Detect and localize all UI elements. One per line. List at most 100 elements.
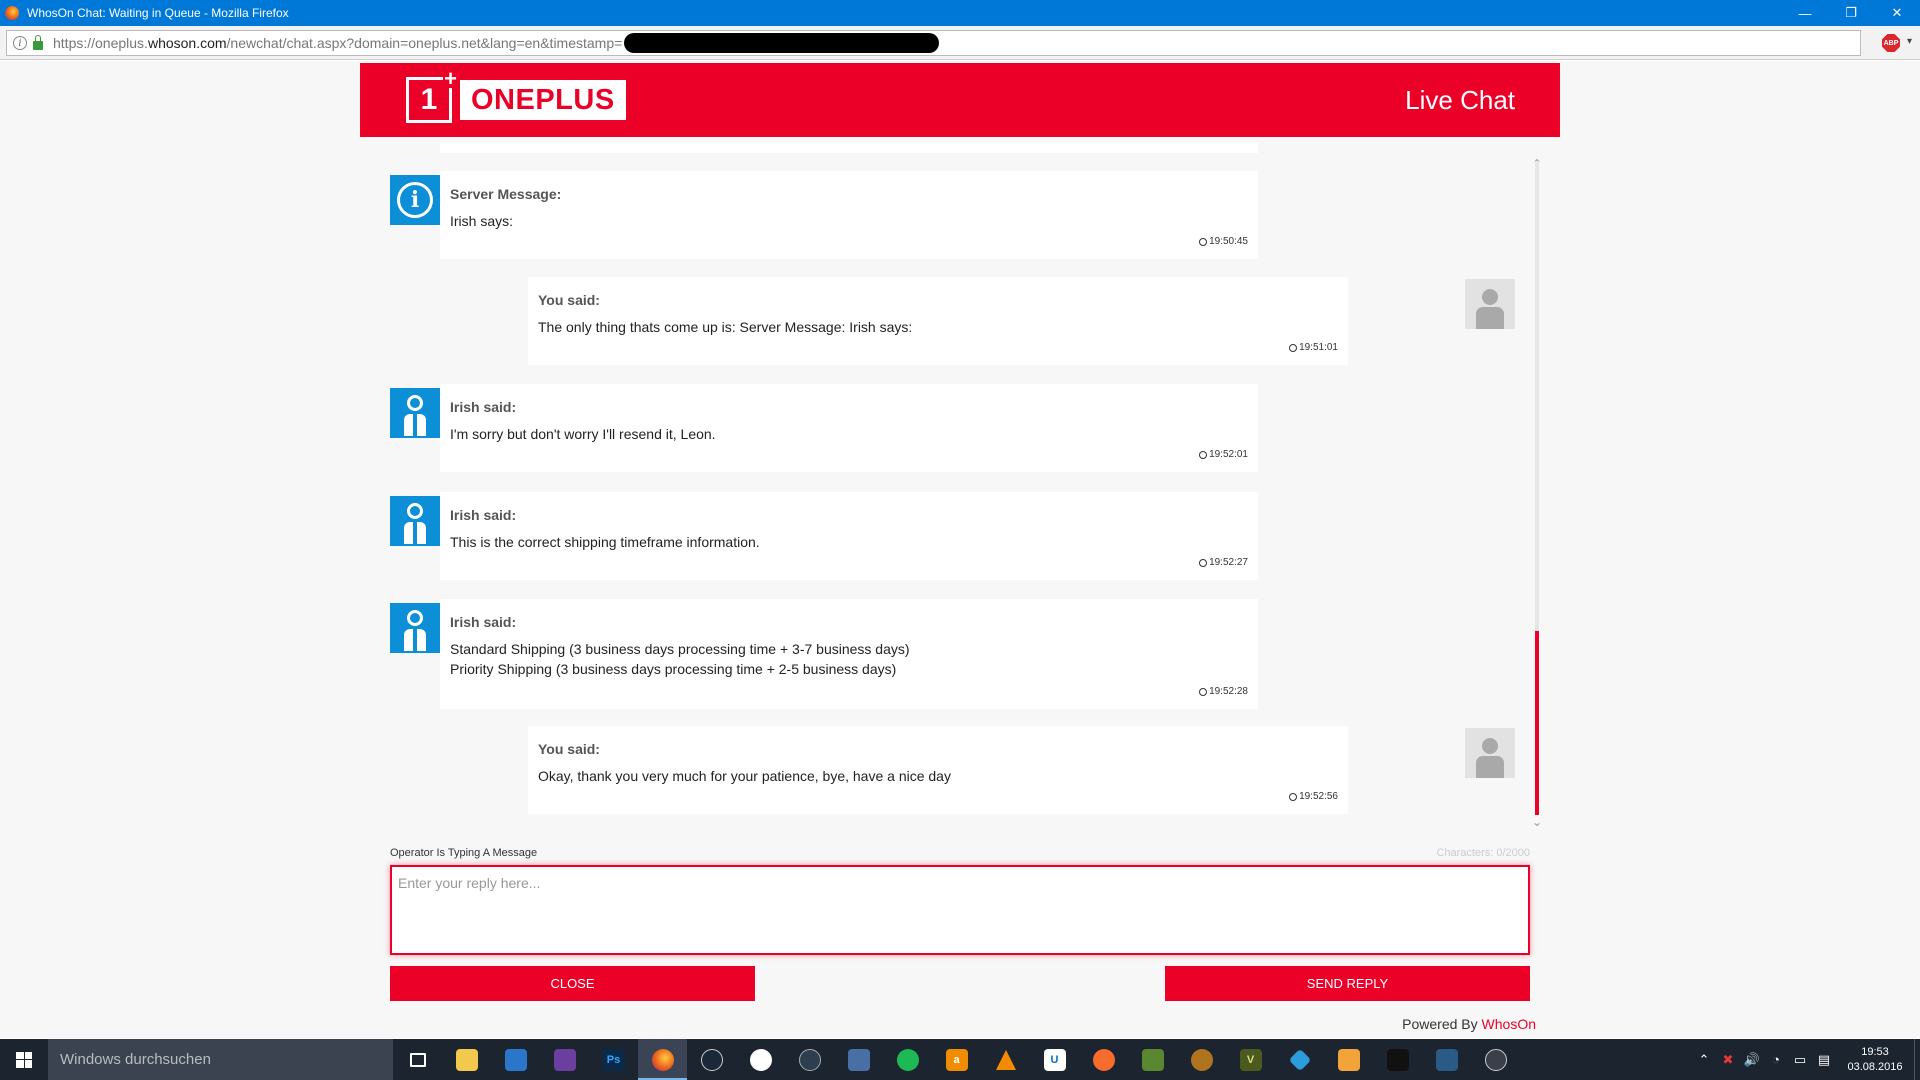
origin-icon[interactable] bbox=[1079, 1039, 1128, 1080]
start-button[interactable] bbox=[0, 1039, 48, 1080]
info-icon[interactable]: i bbox=[13, 36, 27, 50]
clock-date: 03.08.2016 bbox=[1847, 1060, 1903, 1073]
app-icon-purple[interactable] bbox=[540, 1039, 589, 1080]
live-chat-title: Live Chat bbox=[1405, 85, 1515, 115]
message-text: Okay, thank you very much for your patie… bbox=[538, 768, 951, 784]
send-reply-button[interactable]: SEND REPLY bbox=[1165, 966, 1530, 1001]
v-app-icon[interactable]: V bbox=[1226, 1039, 1275, 1080]
windows-logo-icon bbox=[16, 1051, 32, 1068]
scrollbar-thumb[interactable] bbox=[1535, 631, 1539, 815]
chat-header: 1 + ONEPLUS Live Chat bbox=[360, 63, 1560, 137]
network-error-icon[interactable]: ✖ bbox=[1716, 1052, 1740, 1068]
agent-message: Irish said: Standard Shipping (3 busines… bbox=[440, 599, 1258, 709]
amazon-icon[interactable]: a bbox=[932, 1039, 981, 1080]
wifi-icon[interactable]: ◔ bbox=[1764, 1052, 1788, 1067]
message-time: 19:52:01 bbox=[1199, 449, 1248, 460]
app-icon-black[interactable] bbox=[1373, 1039, 1422, 1080]
app-icon-blue[interactable] bbox=[491, 1039, 540, 1080]
url-prefix: https://oneplus. bbox=[53, 35, 148, 51]
window-title: WhosOn Chat: Waiting in Queue - Mozilla … bbox=[27, 6, 289, 20]
task-view-icon[interactable] bbox=[393, 1039, 442, 1080]
scroll-down-icon[interactable]: ⌄ bbox=[1528, 815, 1546, 829]
battery-icon[interactable]: ▭ bbox=[1788, 1052, 1812, 1068]
oneplus-logo: 1 + ONEPLUS bbox=[406, 68, 626, 123]
clock-icon bbox=[1289, 343, 1298, 352]
vlc-icon[interactable] bbox=[981, 1039, 1030, 1080]
whoson-link[interactable]: WhosOn bbox=[1482, 1016, 1536, 1032]
agent-avatar-icon bbox=[390, 603, 440, 653]
volume-icon[interactable]: 🔊 bbox=[1740, 1052, 1764, 1068]
agent-message: Irish said: I'm sorry but don't worry I'… bbox=[440, 384, 1258, 472]
uplay-icon[interactable]: U bbox=[1030, 1039, 1079, 1080]
reply-input[interactable] bbox=[390, 865, 1530, 955]
user-avatar-icon bbox=[1465, 728, 1515, 778]
taskbar-search[interactable]: Windows durchsuchen bbox=[48, 1039, 393, 1080]
redaction-mark bbox=[624, 33, 940, 53]
message-time: 19:50:45 bbox=[1199, 236, 1248, 247]
user-avatar-icon bbox=[1465, 279, 1515, 329]
message-text: This is the correct shipping timeframe i… bbox=[450, 534, 760, 550]
message-text: I'm sorry but don't worry I'll resend it… bbox=[450, 426, 716, 442]
spotify-icon[interactable] bbox=[883, 1039, 932, 1080]
message-list[interactable]: i Server Message: Irish says: 19:50:45 Y… bbox=[360, 143, 1560, 838]
url-host: whoson.com bbox=[147, 35, 227, 51]
message-text: Standard Shipping (3 business days proce… bbox=[450, 641, 910, 677]
url-field[interactable]: i https://oneplus. whoson.com/newchat/cha… bbox=[6, 30, 1861, 56]
taskbar: Windows durchsuchen Ps a U V ⌃ ✖ 🔊 ◔ ▭ ▤… bbox=[0, 1039, 1920, 1080]
message-sender: Irish said: bbox=[450, 614, 517, 630]
logo-mark: 1 + bbox=[406, 68, 458, 123]
message-sender: You said: bbox=[538, 741, 600, 757]
message-text: Irish says: bbox=[450, 213, 514, 229]
headset-app-icon[interactable] bbox=[1471, 1039, 1520, 1080]
chevron-down-icon[interactable]: ▾ bbox=[1907, 36, 1912, 47]
lock-app-icon[interactable] bbox=[736, 1039, 785, 1080]
diamond-app-icon[interactable] bbox=[1275, 1039, 1324, 1080]
firefox-icon bbox=[5, 6, 19, 20]
logo-text: ONEPLUS bbox=[460, 80, 626, 120]
tray-chevron-icon[interactable]: ⌃ bbox=[1692, 1052, 1716, 1068]
user-message: You said: Okay, thank you very much for … bbox=[528, 726, 1348, 814]
message-sender: Irish said: bbox=[450, 507, 517, 523]
taskbar-apps: Ps a U V bbox=[393, 1039, 1520, 1080]
message-time: 19:52:56 bbox=[1289, 791, 1338, 802]
address-bar: i https://oneplus. whoson.com/newchat/cha… bbox=[0, 26, 1920, 60]
url-path: /newchat/chat.aspx?domain=oneplus.net&la… bbox=[226, 35, 623, 51]
photoshop-icon[interactable]: Ps bbox=[589, 1039, 638, 1080]
previous-message-stub bbox=[440, 143, 1258, 153]
network-app-icon[interactable] bbox=[834, 1039, 883, 1080]
file-explorer-icon[interactable] bbox=[442, 1039, 491, 1080]
system-tray: ⌃ ✖ 🔊 ◔ ▭ ▤ 19:53 03.08.2016 bbox=[1692, 1039, 1920, 1080]
message-time: 19:52:27 bbox=[1199, 557, 1248, 568]
close-window-button[interactable]: ✕ bbox=[1874, 0, 1920, 26]
message-sender: Server Message: bbox=[450, 186, 562, 202]
agent-avatar-icon bbox=[390, 388, 440, 438]
lock-icon[interactable] bbox=[33, 34, 43, 50]
close-button[interactable]: CLOSE bbox=[390, 966, 755, 1001]
clock-icon bbox=[1289, 792, 1298, 801]
adblock-icon[interactable]: ABP bbox=[1882, 34, 1900, 52]
message-text: The only thing thats come up is: Server … bbox=[538, 319, 913, 335]
character-count: Characters: 0/2000 bbox=[1436, 847, 1530, 859]
feather-app-icon[interactable] bbox=[1177, 1039, 1226, 1080]
steam-icon[interactable] bbox=[687, 1039, 736, 1080]
minimize-button[interactable]: — bbox=[1782, 0, 1828, 26]
notifications-icon[interactable]: ▤ bbox=[1812, 1052, 1836, 1068]
taskbar-clock[interactable]: 19:53 03.08.2016 bbox=[1836, 1045, 1914, 1075]
info-icon: i bbox=[390, 175, 440, 225]
message-sender: Irish said: bbox=[450, 399, 517, 415]
media-player-icon[interactable] bbox=[1324, 1039, 1373, 1080]
restore-button[interactable]: ❐ bbox=[1828, 0, 1874, 26]
page-content: 1 + ONEPLUS Live Chat i Server Message: … bbox=[0, 61, 1920, 1038]
window-titlebar: WhosOn Chat: Waiting in Queue - Mozilla … bbox=[0, 0, 1920, 26]
app-icon-dark[interactable] bbox=[785, 1039, 834, 1080]
server-message: Server Message: Irish says: 19:50:45 bbox=[440, 171, 1258, 259]
agent-avatar-icon bbox=[390, 496, 440, 546]
firefox-taskbar-icon[interactable] bbox=[638, 1039, 687, 1080]
clock-icon bbox=[1199, 687, 1208, 696]
show-desktop-button[interactable] bbox=[1914, 1039, 1920, 1080]
logo-mark-digit: 1 bbox=[420, 83, 438, 116]
powered-by: Powered By WhosOn bbox=[1402, 1016, 1536, 1032]
message-sender: You said: bbox=[538, 292, 600, 308]
minecraft-icon[interactable] bbox=[1128, 1039, 1177, 1080]
code-editor-icon[interactable] bbox=[1422, 1039, 1471, 1080]
